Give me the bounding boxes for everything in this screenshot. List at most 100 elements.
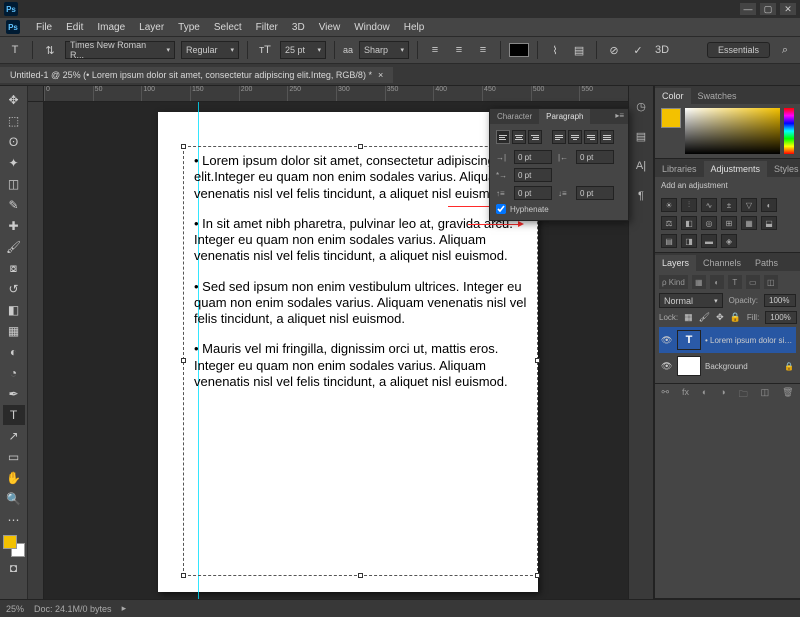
layer-group-icon[interactable]: 🗀 bbox=[739, 387, 748, 403]
color-saturation-field[interactable] bbox=[685, 108, 780, 154]
window-minimize-button[interactable]: — bbox=[740, 3, 756, 15]
filter-pixel-icon[interactable]: ▦ bbox=[692, 275, 706, 289]
space-after-input[interactable]: 0 pt bbox=[576, 186, 614, 200]
menu-view[interactable]: View bbox=[313, 20, 347, 35]
gradient-map-icon[interactable]: ▬ bbox=[701, 234, 717, 248]
lasso-tool[interactable]: ʘ bbox=[3, 132, 25, 152]
indent-first-line-input[interactable]: 0 pt bbox=[514, 168, 552, 182]
menu-3d[interactable]: 3D bbox=[286, 20, 311, 35]
zoom-tool[interactable]: 🔍 bbox=[3, 489, 25, 509]
libraries-tab[interactable]: Libraries bbox=[655, 161, 704, 177]
paragraph[interactable]: • Lorem ipsum dolor sit amet, consectetu… bbox=[194, 153, 527, 202]
paragraph-panel-icon[interactable]: ¶ bbox=[633, 188, 649, 204]
filter-type-icon[interactable]: T bbox=[728, 275, 742, 289]
swatches-tab[interactable]: Swatches bbox=[691, 88, 744, 104]
resize-handle-n[interactable] bbox=[358, 144, 363, 149]
character-panel-icon[interactable]: A| bbox=[633, 158, 649, 174]
lock-transparency-icon[interactable]: ▦ bbox=[684, 312, 693, 323]
brightness-contrast-icon[interactable]: ☀ bbox=[661, 198, 677, 212]
vibrance-icon[interactable]: ▽ bbox=[741, 198, 757, 212]
filter-adjustment-icon[interactable]: ◐ bbox=[710, 275, 724, 289]
invert-icon[interactable]: ⬓ bbox=[761, 216, 777, 230]
layer-row[interactable]: 👁 T • Lorem ipsum dolor sit am... bbox=[659, 327, 796, 353]
text-bounding-box[interactable]: • Lorem ipsum dolor sit amet, consectetu… bbox=[183, 146, 538, 576]
layer-thumbnail[interactable] bbox=[677, 356, 701, 376]
paths-tab[interactable]: Paths bbox=[748, 255, 785, 271]
document-tab-close[interactable]: × bbox=[378, 70, 383, 80]
text-orientation-toggle[interactable]: ⇅ bbox=[41, 41, 59, 59]
indent-right-input[interactable]: 0 pt bbox=[576, 150, 614, 164]
menu-file[interactable]: File bbox=[30, 20, 58, 35]
text-content[interactable]: • Lorem ipsum dolor sit amet, consectetu… bbox=[184, 147, 537, 410]
color-balance-icon[interactable]: ⚖ bbox=[661, 216, 677, 230]
3d-text-button[interactable]: 3D bbox=[653, 41, 671, 59]
color-tab[interactable]: Color bbox=[655, 88, 691, 104]
layer-filter-kind[interactable]: ρ Kind bbox=[659, 275, 688, 289]
hue-saturation-icon[interactable]: ◐ bbox=[761, 198, 777, 212]
menu-window[interactable]: Window bbox=[348, 20, 396, 35]
justify-last-right-button[interactable] bbox=[584, 130, 598, 144]
cancel-edit-button[interactable]: ⊘ bbox=[605, 41, 623, 59]
fill-input[interactable]: 100% bbox=[765, 311, 797, 324]
threshold-icon[interactable]: ◨ bbox=[681, 234, 697, 248]
text-color-swatch[interactable] bbox=[509, 43, 529, 57]
document-tab[interactable]: Untitled-1 @ 25% (• Lorem ipsum dolor si… bbox=[0, 67, 393, 83]
resize-handle-nw[interactable] bbox=[181, 144, 186, 149]
horizontal-ruler[interactable]: 050100150200250300350400450500550 bbox=[44, 86, 628, 102]
history-panel-icon[interactable]: ◷ bbox=[633, 98, 649, 114]
window-close-button[interactable]: ✕ bbox=[780, 3, 796, 15]
justify-last-left-button[interactable] bbox=[552, 130, 566, 144]
eraser-tool[interactable]: ◧ bbox=[3, 300, 25, 320]
rectangle-tool[interactable]: ▭ bbox=[3, 447, 25, 467]
levels-icon[interactable]: ⫶ bbox=[681, 198, 697, 212]
resize-handle-se[interactable] bbox=[535, 573, 540, 578]
layer-visibility-toggle[interactable]: 👁 bbox=[661, 361, 673, 372]
space-before-input[interactable]: 0 pt bbox=[514, 186, 552, 200]
pen-tool[interactable]: ✒ bbox=[3, 384, 25, 404]
paragraph-tab[interactable]: Paragraph bbox=[539, 109, 590, 124]
resize-handle-e[interactable] bbox=[535, 358, 540, 363]
lock-pixels-icon[interactable]: 🖌 bbox=[699, 312, 710, 323]
anti-alias-dropdown[interactable]: Sharp bbox=[359, 41, 409, 59]
commit-edit-button[interactable]: ✓ bbox=[629, 41, 647, 59]
vertical-ruler[interactable] bbox=[28, 102, 44, 599]
align-right-button[interactable]: ≡ bbox=[474, 41, 492, 59]
properties-panel-icon[interactable]: ▤ bbox=[633, 128, 649, 144]
panel-menu-icon[interactable]: ▸≡ bbox=[611, 109, 628, 124]
history-brush-tool[interactable]: ↺ bbox=[3, 279, 25, 299]
layer-thumbnail[interactable]: T bbox=[677, 330, 701, 350]
brush-tool[interactable]: 🖌 bbox=[3, 237, 25, 257]
font-family-dropdown[interactable]: Times New Roman R... bbox=[65, 41, 175, 59]
photo-filter-icon[interactable]: ◎ bbox=[701, 216, 717, 230]
doc-info[interactable]: Doc: 24.1M/0 bytes bbox=[34, 604, 112, 614]
new-layer-icon[interactable]: ◫ bbox=[761, 387, 770, 403]
justify-all-button[interactable] bbox=[600, 130, 614, 144]
layer-row[interactable]: 👁 Background 🔒 bbox=[659, 353, 796, 379]
align-left-button[interactable] bbox=[496, 130, 510, 144]
align-left-button[interactable]: ≡ bbox=[426, 41, 444, 59]
type-tool[interactable]: T bbox=[3, 405, 25, 425]
menu-image[interactable]: Image bbox=[91, 20, 131, 35]
current-tool-icon[interactable]: T bbox=[6, 41, 24, 59]
filter-shape-icon[interactable]: ▭ bbox=[746, 275, 760, 289]
move-tool[interactable]: ✥ bbox=[3, 90, 25, 110]
adjustments-tab[interactable]: Adjustments bbox=[704, 161, 768, 177]
link-layers-icon[interactable]: ⚯ bbox=[661, 387, 669, 403]
paragraph-panel[interactable]: Character Paragraph ▸≡ →| 0 pt |← 0 pt bbox=[489, 108, 629, 221]
exposure-icon[interactable]: ± bbox=[721, 198, 737, 212]
layers-tab[interactable]: Layers bbox=[655, 255, 696, 271]
hyphenate-checkbox[interactable] bbox=[496, 204, 506, 214]
crop-tool[interactable]: ◫ bbox=[3, 174, 25, 194]
resize-handle-w[interactable] bbox=[181, 358, 186, 363]
align-center-button[interactable] bbox=[512, 130, 526, 144]
align-right-button[interactable] bbox=[528, 130, 542, 144]
hand-tool[interactable]: ✋ bbox=[3, 468, 25, 488]
color-lookup-icon[interactable]: ▦ bbox=[741, 216, 757, 230]
lock-all-icon[interactable]: 🔒 bbox=[730, 312, 741, 323]
font-style-dropdown[interactable]: Regular bbox=[181, 41, 239, 59]
marquee-tool[interactable]: ⬚ bbox=[3, 111, 25, 131]
layer-visibility-toggle[interactable]: 👁 bbox=[661, 335, 673, 346]
foreground-color-swatch[interactable] bbox=[3, 535, 17, 549]
blur-tool[interactable]: ◐ bbox=[3, 342, 25, 362]
filter-smart-icon[interactable]: ◫ bbox=[764, 275, 778, 289]
